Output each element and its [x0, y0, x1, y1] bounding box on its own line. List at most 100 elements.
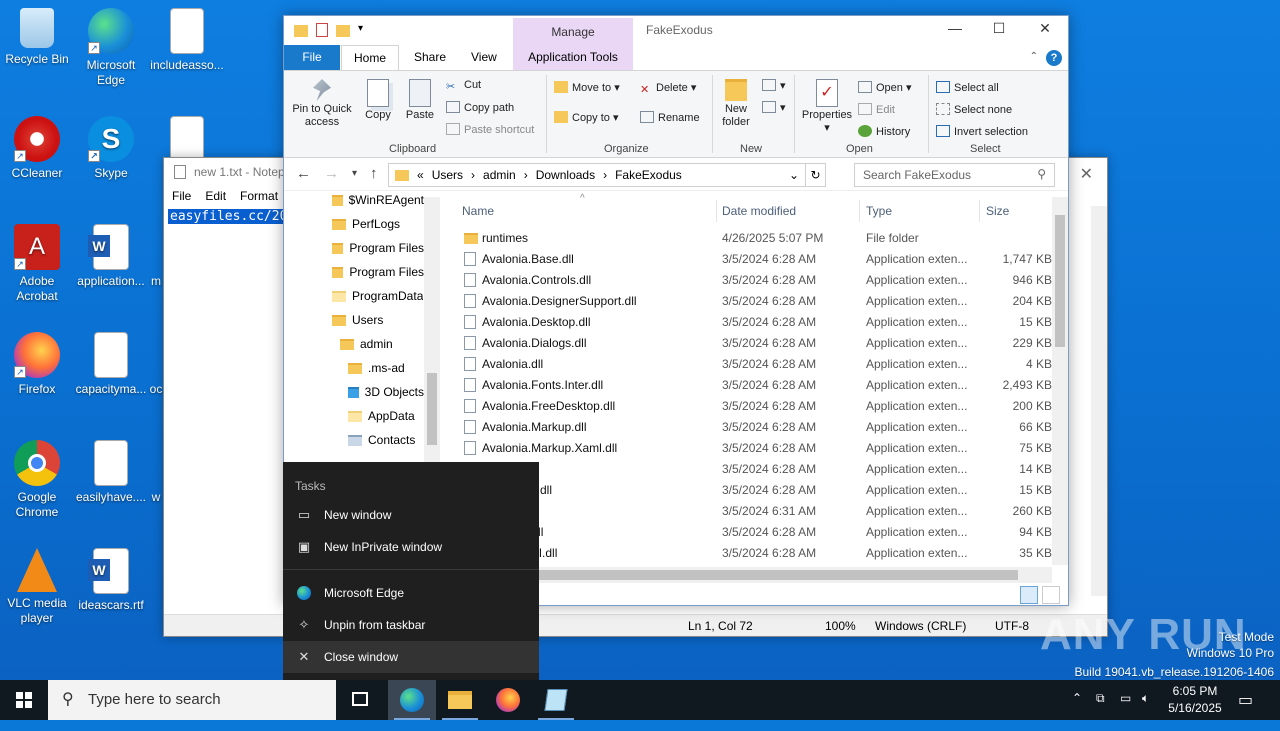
nav-tree-item[interactable]: 3D Objects	[348, 385, 424, 399]
breadcrumb-separator[interactable]: ›	[471, 168, 475, 182]
cut-button[interactable]: ✂ Cut	[446, 79, 481, 93]
nav-tree-item[interactable]: ProgramData	[332, 289, 423, 303]
breadcrumb-separator[interactable]: ›	[603, 168, 607, 182]
file-icon[interactable]: includeasso...	[150, 8, 224, 73]
rename-button[interactable]: Rename	[640, 111, 700, 124]
column-header-name[interactable]: Name	[462, 204, 494, 218]
file-row[interactable]: Avalonia.Controls.dll 3/5/2024 6:28 AM App…	[452, 270, 1052, 291]
taskbar-notepad-button[interactable]	[532, 680, 580, 720]
copy-button[interactable]: Copy	[360, 79, 396, 121]
tab-application-tools[interactable]: Application Tools	[513, 45, 633, 70]
tab-file[interactable]: File	[284, 45, 340, 70]
breadcrumb-separator[interactable]: ›	[524, 168, 528, 182]
file-row[interactable]: ...etal.dll3/5/2024 6:28 AMApplication e…	[452, 459, 1052, 480]
select-none-button[interactable]: Select none	[936, 103, 1012, 116]
breadcrumb-users[interactable]: Users	[432, 168, 463, 182]
close-window-item[interactable]: ✕ Close window	[283, 641, 539, 673]
word-file-icon[interactable]: W application...	[74, 224, 148, 289]
tab-home[interactable]: Home	[341, 45, 400, 70]
paste-shortcut-button[interactable]: Paste shortcut	[446, 123, 534, 136]
chevron-up-icon[interactable]: ⌃	[1072, 691, 1082, 731]
chevron-down-icon[interactable]: ▾	[358, 23, 363, 37]
file-row[interactable]: Avalonia.dll 3/5/2024 6:28 AM Application …	[452, 354, 1052, 375]
file-row[interactable]: Avalonia.Base.dll 3/5/2024 6:28 AM Applica…	[452, 249, 1052, 270]
easy-access-button[interactable]: ▾	[762, 101, 786, 114]
nav-tree-item[interactable]: .ms-ad	[348, 361, 405, 375]
paste-button[interactable]: Paste	[402, 79, 438, 121]
word-file-icon[interactable]: W ideascars.rtf	[74, 548, 148, 613]
taskbar-search-box[interactable]: ⚲ Type here to search	[48, 680, 336, 720]
vscrollbar-thumb[interactable]	[1055, 215, 1065, 347]
back-arrow-icon[interactable]: ←	[296, 165, 311, 182]
invert-selection-button[interactable]: Invert selection	[936, 125, 1028, 138]
unpin-from-taskbar-item[interactable]: ✧ Unpin from taskbar	[283, 609, 539, 641]
details-view-icon[interactable]	[1020, 586, 1038, 604]
file-row[interactable]: Avalonia.Desktop.dll 3/5/2024 6:28 AM Appl…	[452, 312, 1052, 333]
nav-scrollbar-thumb[interactable]	[427, 373, 437, 445]
edge-desktop-icon[interactable]: ↗ Microsoft Edge	[74, 8, 148, 88]
column-header-date[interactable]: Date modified	[722, 204, 796, 218]
vlc-icon[interactable]: VLC media player	[0, 548, 74, 626]
new-item-button[interactable]: ▾	[762, 79, 786, 92]
breadcrumb-fakeexodus[interactable]: FakeExodus	[615, 168, 682, 182]
microsoft-edge-item[interactable]: Microsoft Edge	[283, 577, 539, 609]
ccleaner-icon[interactable]: ↗ CCleaner	[0, 116, 74, 181]
taskbar-firefox-button[interactable]	[484, 680, 532, 720]
nav-tree-item[interactable]: admin	[340, 337, 393, 351]
manage-context-tab[interactable]: Manage	[513, 18, 633, 45]
nav-tree-item[interactable]: Program Files	[332, 265, 424, 279]
menu-edit[interactable]: Edit	[205, 189, 226, 203]
task-view-button[interactable]	[336, 680, 384, 720]
open-button[interactable]: Open ▾	[858, 81, 912, 94]
tab-share[interactable]: Share	[402, 45, 458, 70]
nav-tree-item[interactable]: AppData	[348, 409, 415, 423]
notepad-scrollbar[interactable]	[1091, 206, 1107, 596]
file-list-hscrollbar[interactable]	[452, 567, 1052, 583]
breadcrumb-downloads[interactable]: Downloads	[536, 168, 595, 182]
menu-file[interactable]: File	[172, 189, 191, 203]
nav-tree-item[interactable]: Contacts	[348, 433, 415, 447]
file-row[interactable]: ...icroCom.dll3/5/2024 6:28 AMApplicatio…	[452, 480, 1052, 501]
file-icon[interactable]: easilyhave....	[74, 440, 148, 505]
folder-icon[interactable]	[294, 25, 308, 37]
edit-button[interactable]: Edit	[858, 103, 895, 116]
up-arrow-icon[interactable]: ↑	[370, 165, 378, 182]
firefox-icon[interactable]: ↗ Firefox	[0, 332, 74, 397]
file-row[interactable]: Avalonia.Markup.Xaml.dll 3/5/2024 6:28 AM…	[452, 438, 1052, 459]
file-row[interactable]: ...penGL.dll3/5/2024 6:28 AMApplication …	[452, 522, 1052, 543]
history-button[interactable]: History	[858, 125, 910, 138]
ethernet-icon[interactable]: ▭	[1120, 691, 1131, 731]
new-inprivate-window-item[interactable]: ▣ New InPrivate window	[283, 531, 539, 563]
breadcrumb-admin[interactable]: admin	[483, 168, 516, 182]
maximize-icon[interactable]: ☐	[984, 20, 1014, 37]
close-icon[interactable]: ✕	[1080, 164, 1093, 184]
file-row[interactable]: Avalonia.DesignerSupport.dll 3/5/2024 6:2…	[452, 291, 1052, 312]
menu-format[interactable]: Format	[240, 189, 278, 203]
file-row[interactable]: Avalonia.Fonts.Inter.dll 3/5/2024 6:28 AM…	[452, 375, 1052, 396]
nav-scrollbar[interactable]	[424, 197, 440, 487]
file-row[interactable]: runtimes 4/26/2025 5:07 PM File folder	[452, 228, 1052, 249]
start-button[interactable]	[0, 680, 48, 720]
file-icon[interactable]: capacityma...	[74, 332, 148, 397]
forward-arrow-icon[interactable]: →	[324, 165, 339, 182]
taskbar-explorer-button[interactable]	[436, 680, 484, 720]
file-row[interactable]: Avalonia.Markup.dll 3/5/2024 6:28 AM Appli…	[452, 417, 1052, 438]
file-row[interactable]: Avalonia.Dialogs.dll 3/5/2024 6:28 AM Appl…	[452, 333, 1052, 354]
notepad-selected-text[interactable]: easyfiles.cc/20	[168, 209, 290, 224]
acrobat-icon[interactable]: A ↗ Adobe Acrobat	[0, 224, 74, 304]
copy-path-button[interactable]: Copy path	[446, 101, 514, 114]
column-header-size[interactable]: Size	[986, 204, 1009, 218]
new-folder-icon[interactable]	[336, 25, 350, 37]
nav-tree-item[interactable]: Program Files	[332, 241, 424, 255]
notification-icon[interactable]: ▭	[1238, 690, 1253, 730]
network-icon[interactable]: ⧉	[1096, 691, 1105, 731]
refresh-icon[interactable]: ↻	[805, 164, 825, 186]
nav-tree-item[interactable]: Users	[332, 313, 383, 327]
large-icons-view-icon[interactable]	[1042, 586, 1060, 604]
clock[interactable]: 6:05 PM 5/16/2025	[1160, 683, 1230, 717]
properties-button[interactable]: ✓ Properties ▾	[800, 79, 854, 134]
taskbar-edge-button[interactable]	[388, 680, 436, 720]
volume-icon[interactable]: 🔈︎	[1142, 691, 1149, 731]
help-icon[interactable]: ?	[1046, 50, 1062, 66]
file-row[interactable]: Avalonia.FreeDesktop.dll 3/5/2024 6:28 AM…	[452, 396, 1052, 417]
